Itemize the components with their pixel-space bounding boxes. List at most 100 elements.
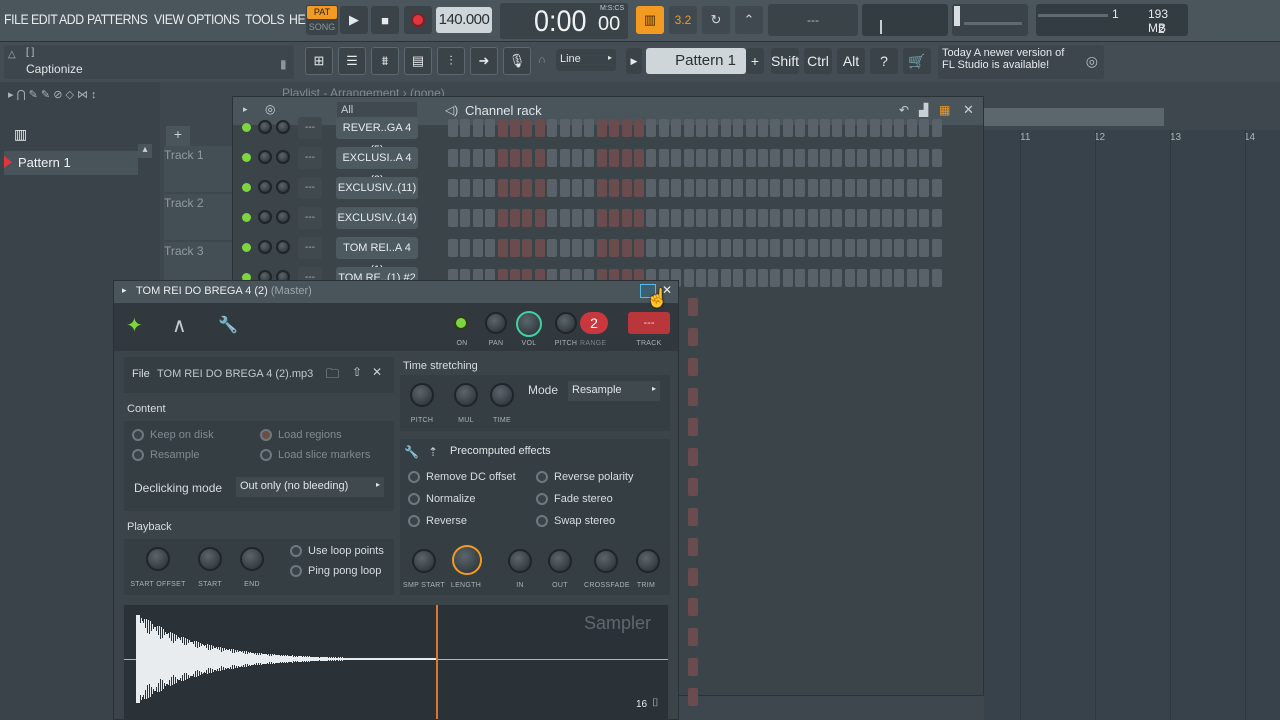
step-button[interactable] (559, 179, 570, 197)
step-button[interactable] (696, 179, 706, 197)
menu-arrow-icon[interactable]: ▸ (122, 285, 127, 296)
pattern-list-item[interactable]: Pattern 1 (4, 151, 138, 175)
keep-on-disk-option[interactable]: Keep on disk (132, 429, 214, 441)
step-button[interactable] (472, 209, 483, 227)
end-knob[interactable] (240, 547, 264, 571)
step-button[interactable] (688, 658, 698, 676)
stretch-pitch-knob[interactable] (410, 383, 434, 407)
close-icon[interactable]: ✕ (372, 365, 382, 379)
menu-edit[interactable]: EDIT (31, 11, 58, 27)
resample-option[interactable]: Resample (132, 449, 200, 461)
step-button[interactable] (807, 269, 818, 287)
step-button[interactable] (683, 179, 694, 197)
step-button[interactable] (745, 269, 756, 287)
channel-vol-knob[interactable] (276, 240, 290, 254)
step-button[interactable] (621, 119, 632, 137)
step-button[interactable] (782, 209, 793, 227)
step-button[interactable] (820, 119, 830, 137)
step-button[interactable] (559, 209, 570, 227)
help-button[interactable]: ? (870, 48, 898, 74)
volume-knob[interactable] (516, 311, 542, 337)
step-button[interactable] (547, 179, 558, 197)
step-button[interactable] (919, 239, 930, 257)
step-button[interactable] (448, 179, 458, 197)
on-led[interactable] (454, 316, 468, 330)
step-button[interactable] (497, 119, 508, 137)
channel-pan-knob[interactable] (258, 180, 272, 194)
step-button[interactable] (745, 179, 756, 197)
step-button[interactable] (460, 239, 471, 257)
pan-knob[interactable] (485, 312, 507, 334)
step-button[interactable] (882, 209, 892, 227)
step-button[interactable] (832, 269, 843, 287)
step-button[interactable] (894, 269, 905, 287)
step-button[interactable] (919, 209, 930, 227)
piano-roll-button[interactable]: ⩩ (371, 47, 399, 75)
menu-options[interactable]: OPTIONS (187, 11, 240, 27)
step-button[interactable] (745, 209, 756, 227)
step-button[interactable] (572, 119, 582, 137)
step-button[interactable] (683, 209, 694, 227)
countdown-button[interactable]: 3.2 (669, 6, 697, 34)
stop-button[interactable]: ■ (371, 6, 399, 34)
step-button[interactable] (869, 119, 880, 137)
pattern-prev-button[interactable]: ▶ (626, 48, 642, 74)
step-button[interactable] (634, 179, 644, 197)
channel-pan-knob[interactable] (258, 120, 272, 134)
step-button[interactable] (931, 239, 942, 257)
channel-led[interactable] (242, 213, 251, 222)
step-button[interactable] (820, 149, 830, 167)
step-button[interactable] (894, 209, 905, 227)
step-button[interactable] (894, 149, 905, 167)
close-icon[interactable]: ✕ (963, 102, 974, 118)
step-button[interactable] (646, 209, 657, 227)
step-button[interactable] (795, 179, 806, 197)
step-button[interactable] (683, 269, 694, 287)
step-button[interactable] (931, 149, 942, 167)
record-button[interactable] (404, 6, 432, 34)
step-button[interactable] (522, 239, 533, 257)
channel-rack-button[interactable]: ☰ (338, 47, 366, 75)
step-button[interactable] (609, 239, 620, 257)
step-button[interactable] (807, 149, 818, 167)
load-regions-option[interactable]: Load regions (260, 429, 342, 441)
step-button[interactable] (646, 119, 657, 137)
step-button[interactable] (906, 149, 917, 167)
step-button[interactable] (708, 239, 719, 257)
step-button[interactable] (820, 269, 830, 287)
step-button[interactable] (906, 179, 917, 197)
step-button[interactable] (448, 209, 458, 227)
step-button[interactable] (688, 598, 698, 616)
swap-stereo-option[interactable]: Swap stereo (536, 515, 615, 527)
step-button[interactable] (782, 119, 793, 137)
step-button[interactable] (688, 358, 698, 376)
step-button[interactable] (658, 149, 669, 167)
step-button[interactable] (460, 209, 471, 227)
step-button[interactable] (688, 328, 698, 346)
step-button[interactable] (646, 149, 657, 167)
channel-led[interactable] (242, 153, 251, 162)
step-button[interactable] (510, 179, 520, 197)
step-button[interactable] (688, 688, 698, 706)
step-button[interactable] (782, 269, 793, 287)
tempo-display[interactable]: 140.000 (436, 7, 492, 33)
menu-add[interactable]: ADD (59, 11, 84, 27)
step-button[interactable] (844, 269, 855, 287)
ctrl-key[interactable]: Ctrl (804, 48, 832, 74)
step-button[interactable] (844, 239, 855, 257)
step-button[interactable] (844, 179, 855, 197)
step-button[interactable] (758, 149, 768, 167)
menu-patterns[interactable]: PATTERNS (87, 11, 148, 27)
step-button[interactable] (460, 119, 471, 137)
step-button[interactable] (547, 119, 558, 137)
step-button[interactable] (596, 239, 607, 257)
step-button[interactable] (572, 209, 582, 227)
step-button[interactable] (745, 149, 756, 167)
step-button[interactable] (832, 149, 843, 167)
step-button[interactable] (510, 119, 520, 137)
step-button[interactable] (448, 119, 458, 137)
step-button[interactable] (720, 149, 731, 167)
step-button[interactable] (448, 149, 458, 167)
step-button[interactable] (658, 239, 669, 257)
step-button[interactable] (820, 209, 830, 227)
